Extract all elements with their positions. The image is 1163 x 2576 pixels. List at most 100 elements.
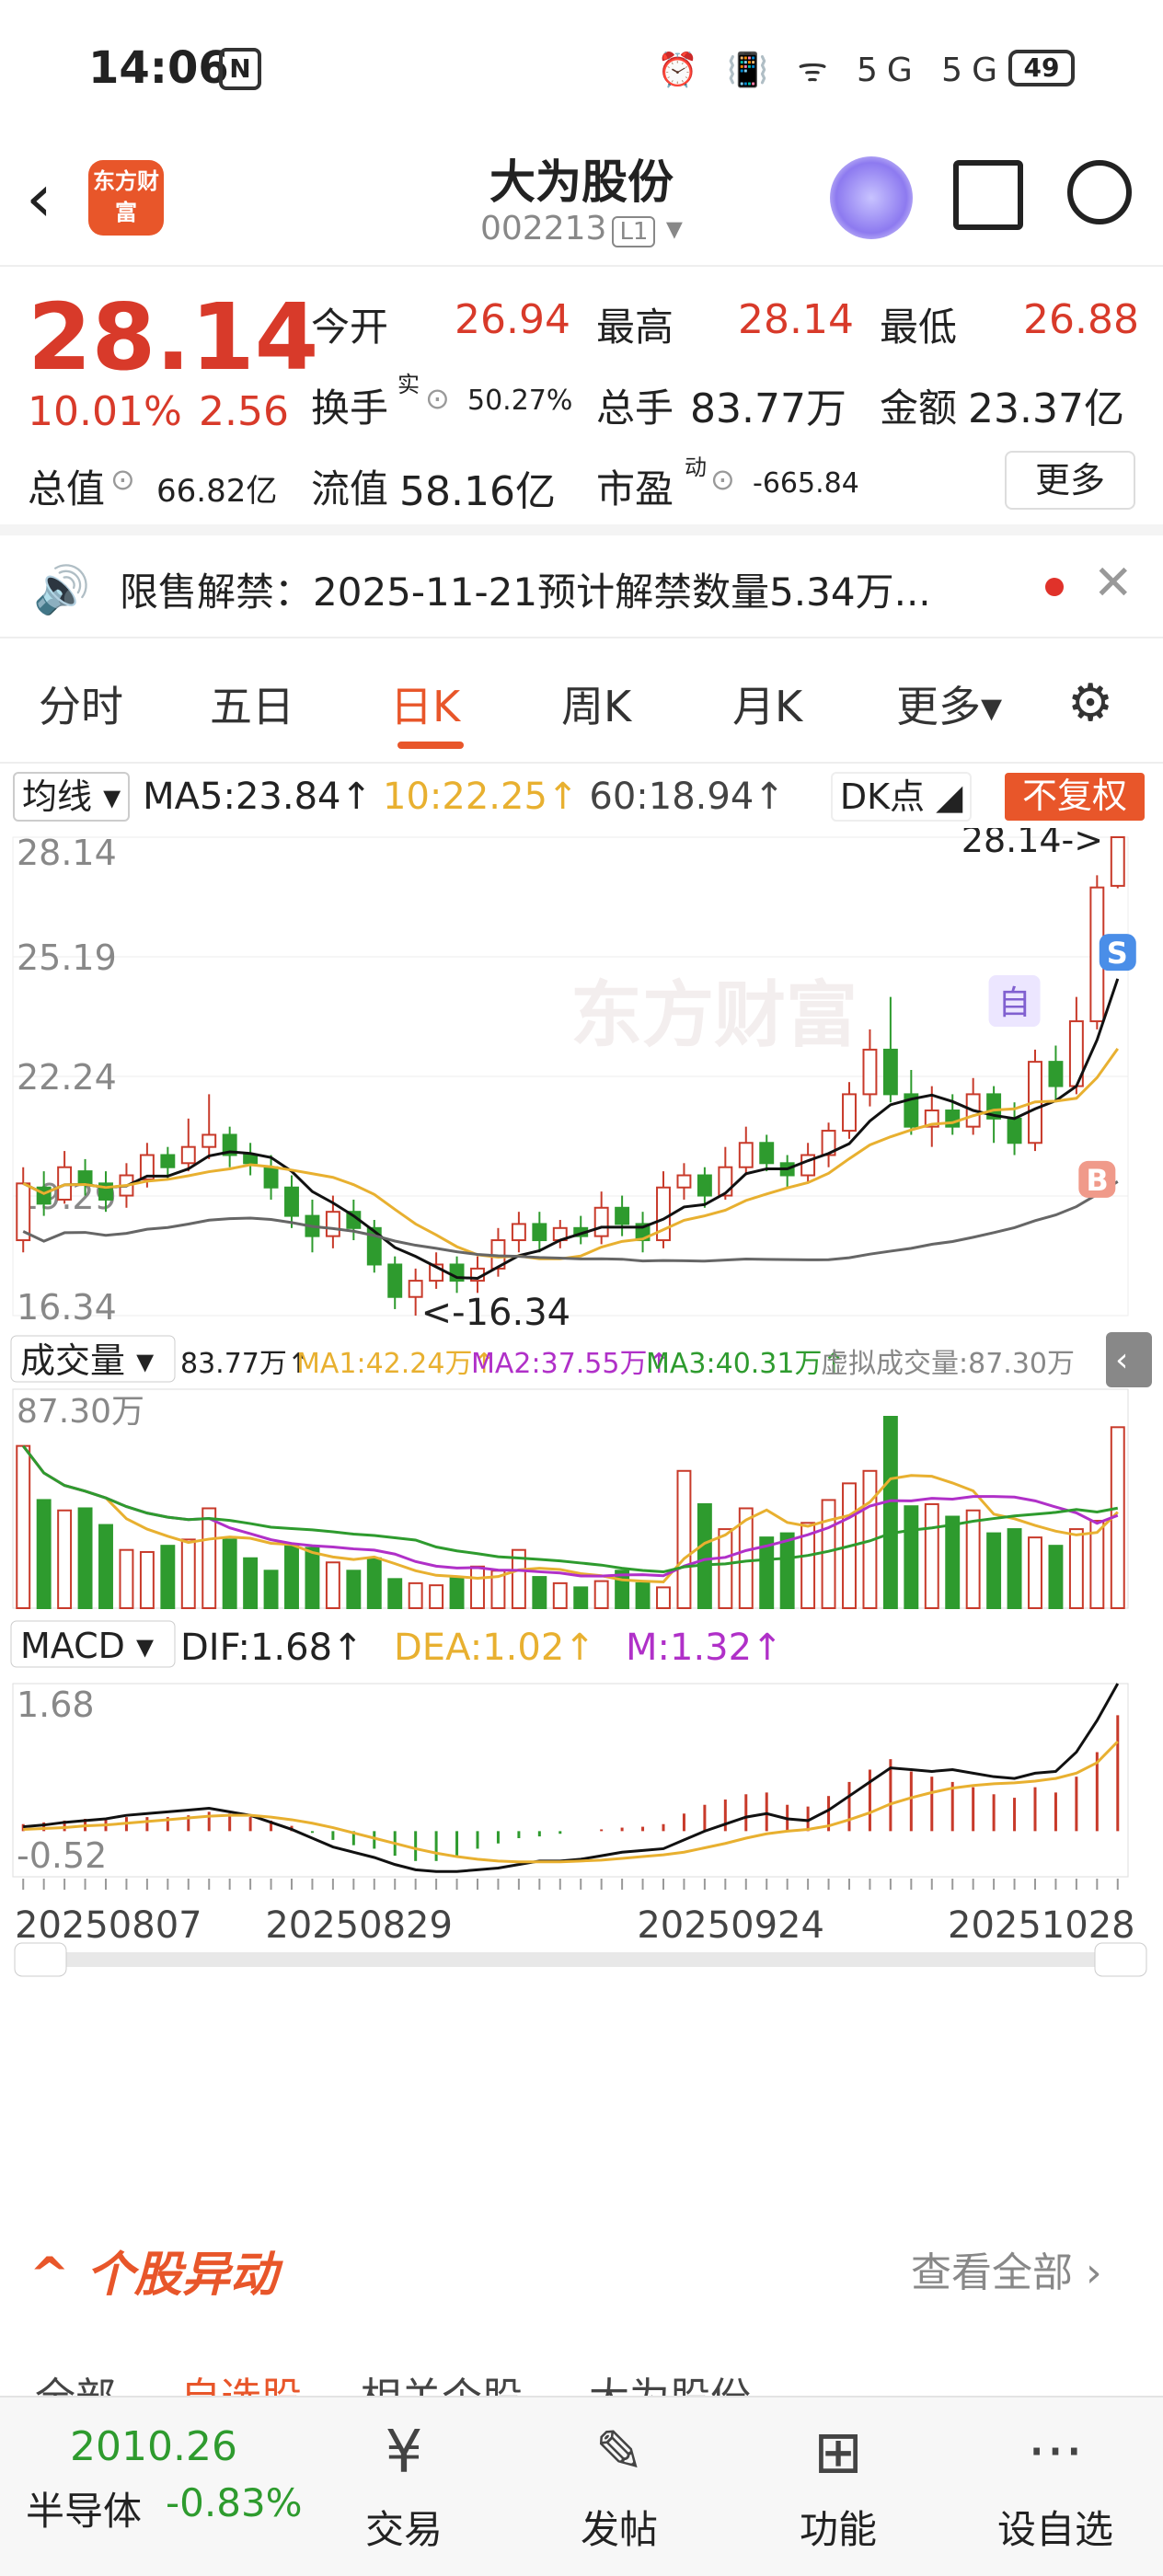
close-icon[interactable]: ✕ [1093, 556, 1134, 611]
volume-bar [697, 1502, 712, 1610]
chevron-left-icon: ‹ [1115, 1341, 1128, 1379]
volume-bar [821, 1499, 836, 1609]
turnover-value: 50.27% [467, 385, 573, 417]
post-button[interactable]: ✎ 发帖 [550, 2407, 688, 2555]
volume-bar [180, 1538, 196, 1609]
volume-bar [1068, 1528, 1084, 1610]
tab-more[interactable]: 更多▾ [896, 673, 1002, 734]
stock-movement-section: ^ 个股异动 查看全部 › [0, 2226, 1163, 2309]
info-icon[interactable]: ⊙ [425, 381, 450, 416]
subtab-all[interactable]: 全部 [35, 2364, 116, 2396]
volume-bar [305, 1547, 320, 1609]
ma-legend: 均线 ▾ MA5:23.84↑ 10:22.25↑ 60:18.94↑ DK点 … [13, 769, 1154, 824]
candle-body [593, 1206, 609, 1237]
volume-bar [904, 1505, 919, 1610]
yen-icon: ¥ [385, 2419, 423, 2487]
volume-bar [429, 1584, 444, 1609]
search-icon[interactable] [1067, 160, 1132, 224]
candle-body [387, 1263, 403, 1298]
dk-selector[interactable]: DK点 ◢ [830, 772, 973, 822]
volume-bar [1048, 1545, 1064, 1609]
volume-bar [532, 1576, 547, 1610]
volume-bar [676, 1469, 692, 1609]
share-icon[interactable] [953, 160, 1023, 230]
ai-assistant-icon[interactable] [830, 156, 913, 239]
kline-chart-area[interactable]: 均线 ▾ MA5:23.84↑ 10:22.25↑ 60:18.94↑ DK点 … [0, 764, 1163, 2199]
low-price-label: <-16.34 [421, 1292, 570, 1334]
signal-icons: ⏰ 📳 ᯤ 5G 5G [657, 52, 1007, 89]
post-label: 发帖 [580, 2507, 658, 2552]
collapse-panel-button [1106, 1332, 1152, 1387]
info-icon[interactable]: ⊙ [710, 462, 735, 497]
candle-body [862, 1048, 878, 1096]
volume-bar [408, 1581, 423, 1610]
volume-bar [449, 1576, 465, 1610]
section-subtabs: 全部 自选股 相关个股 大为股份 [0, 2364, 1163, 2396]
price-tick-label: 28.14 [17, 833, 117, 873]
tab-fenshi[interactable]: 分时 [39, 673, 123, 734]
candle-body [738, 1142, 754, 1168]
subtab-stock[interactable]: 大为股份 [589, 2364, 751, 2396]
grid-icon: ⊞ [813, 2419, 863, 2487]
ma5-value: MA5:23.84↑ [143, 776, 372, 818]
tab-wuri[interactable]: 五日 [210, 673, 294, 734]
volume-value: 83.77万 [690, 385, 846, 432]
index-change[interactable]: -0.83% [166, 2480, 303, 2525]
view-all-link[interactable]: 查看全部 › [911, 2239, 1102, 2298]
tab-yuek[interactable]: 月K [732, 673, 802, 734]
section-title: ^ 个股异动 [29, 2248, 278, 2303]
volume-bar [593, 1580, 609, 1610]
volume-value: 83.77万↑ [180, 1348, 310, 1380]
volume-bar [77, 1507, 93, 1610]
vol-ma2-value: MA2:37.55万↑ [471, 1348, 671, 1380]
index-value[interactable]: 2010.26 [70, 2423, 237, 2470]
chart-svg[interactable]: 28.1425.1922.2419.2916.34东方财富28.14-><-16… [0, 828, 1163, 2199]
self-marker-label: 自 [998, 984, 1031, 1022]
volume-bar [718, 1528, 733, 1610]
tab-zhouk[interactable]: 周K [561, 673, 631, 734]
volume-bar [387, 1578, 403, 1610]
status-bar: 14:06 N ⏰ 📳 ᯤ 5G 5G 49 [0, 0, 1163, 138]
high-value: 28.14 [738, 296, 854, 343]
volume-bar [36, 1499, 52, 1609]
trade-button[interactable]: ¥ 交易 [335, 2407, 473, 2555]
date-label: 20250924 [637, 1904, 824, 1947]
volume-bar [1028, 1536, 1042, 1609]
watermark: 东方财富 [570, 974, 858, 1057]
fuquan-button[interactable]: 不复权 [1005, 773, 1145, 821]
virtual-volume: 虚拟成交量:87.30万 [821, 1348, 1075, 1380]
ma10-value: 10:22.25↑ [383, 776, 579, 818]
add-watchlist-button[interactable]: ··· 设自选 [986, 2407, 1124, 2555]
ma60-line [22, 1180, 1119, 1263]
macd-bottom-label: -0.52 [17, 1835, 107, 1876]
tab-rik[interactable]: 日K [390, 673, 460, 734]
more-button[interactable]: 更多 [1005, 451, 1135, 510]
stock-header: ‹ 东方财富 大为股份 002213 L1 ▾ [0, 138, 1163, 267]
unread-dot [1045, 578, 1064, 596]
amount-label: 金额 [880, 385, 958, 431]
candle-body [284, 1186, 299, 1217]
candle-body [325, 1211, 340, 1237]
candle-body [532, 1223, 547, 1242]
gear-icon[interactable]: ⚙ [1067, 673, 1113, 733]
subtab-watchlist[interactable]: 自选股 [180, 2364, 302, 2396]
volume-bar [635, 1581, 651, 1610]
chevron-down-icon: ▾ [655, 210, 683, 247]
notice-bar[interactable]: 🔊 限售解禁：2025-11-21预计解禁数量5.34万... ✕ [0, 535, 1163, 638]
info-icon[interactable]: ⊙ [110, 462, 135, 497]
index-name[interactable]: 半导体 [26, 2480, 142, 2536]
subtab-related[interactable]: 相关个股 [361, 2364, 523, 2396]
function-button[interactable]: ⊞ 功能 [769, 2407, 907, 2555]
volume-bar [284, 1545, 299, 1609]
candle-body [1048, 1061, 1064, 1087]
scrollbar-right-handle [1094, 1942, 1147, 1977]
macd-top-label: 1.68 [17, 1685, 95, 1725]
candle-body [180, 1145, 196, 1165]
volume-bar [139, 1550, 155, 1610]
turnover-label: 换手 [311, 385, 389, 431]
speaker-icon: 🔊 [33, 563, 91, 616]
ma-selector[interactable]: 均线 ▾ [13, 772, 131, 822]
candle-body [263, 1166, 279, 1189]
mcap-label: 总值 [28, 466, 106, 512]
chart-tabs: 分时 五日 日K 周K 月K 更多▾ ⚙ [0, 638, 1163, 764]
